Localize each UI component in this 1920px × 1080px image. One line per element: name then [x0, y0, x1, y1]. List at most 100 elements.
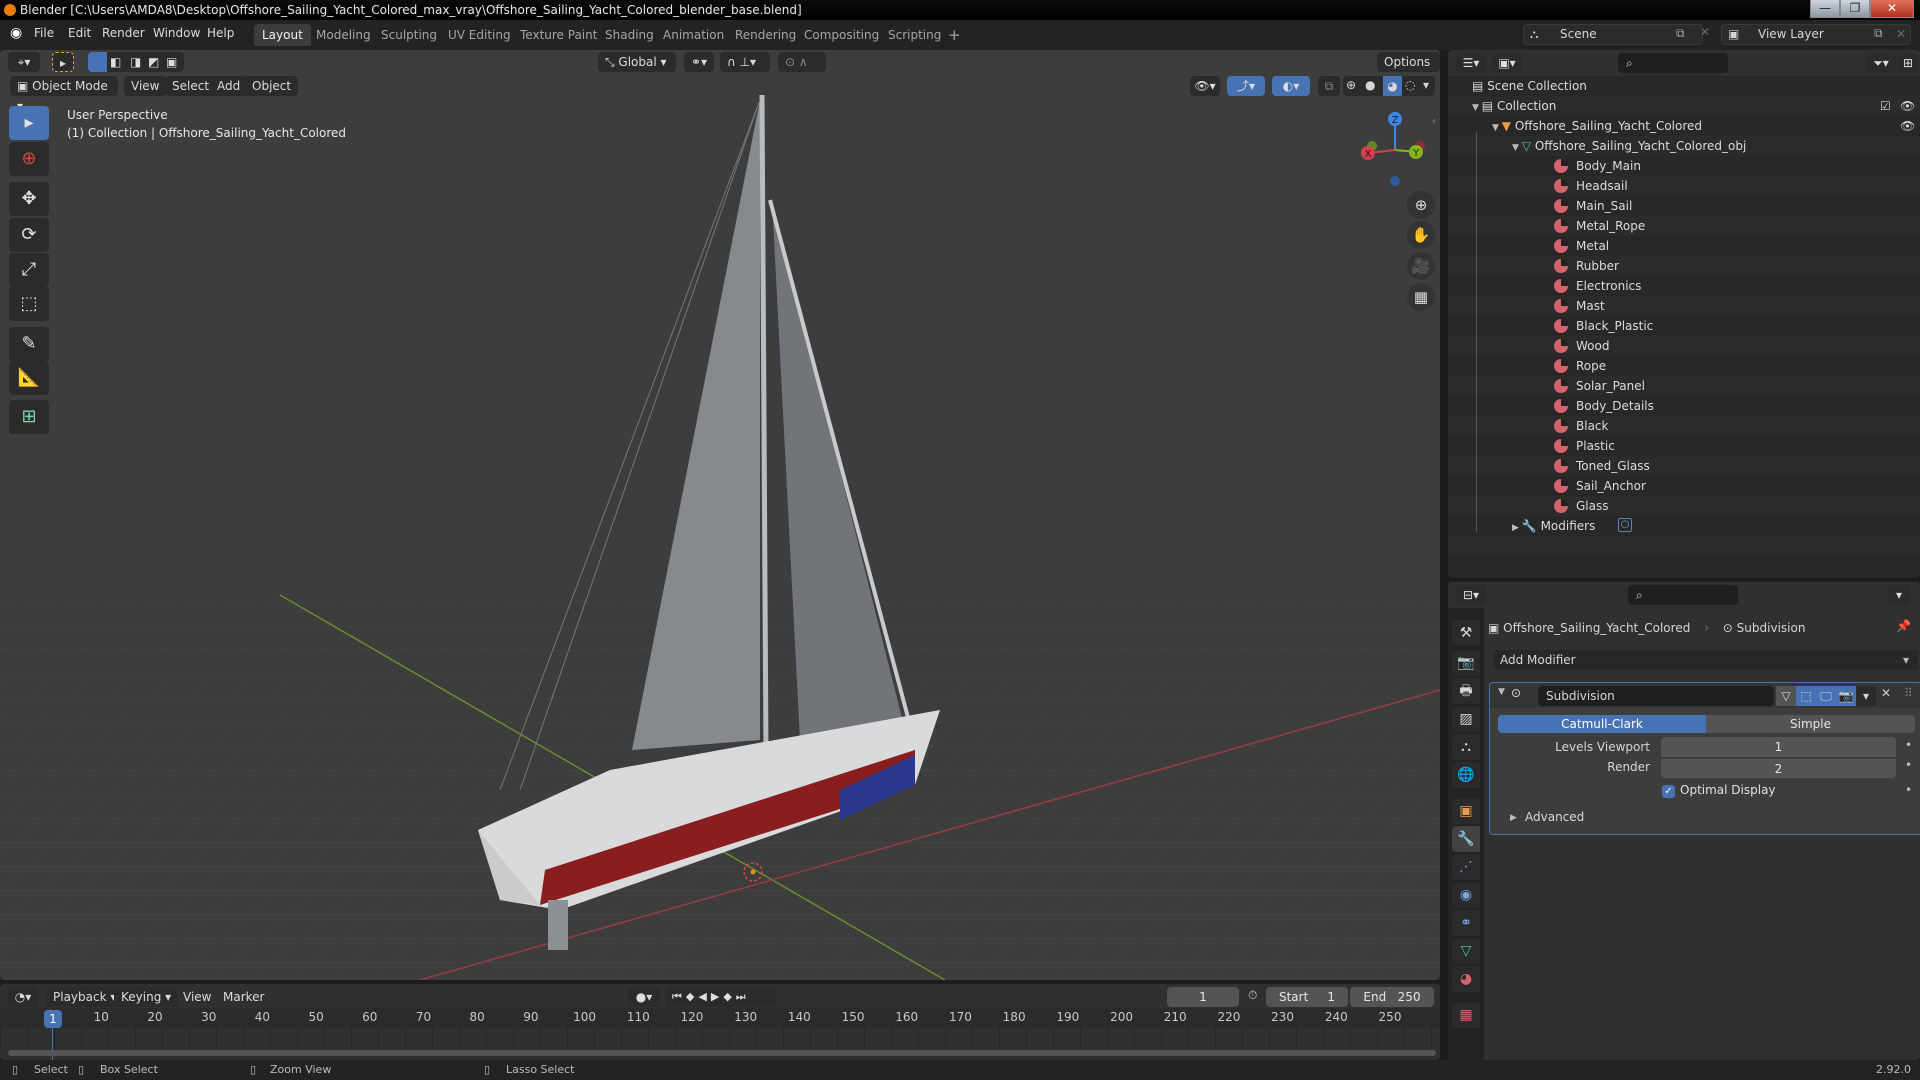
timeline-scrollbar[interactable]: [8, 1050, 1436, 1056]
tool-tab-icon[interactable]: ⚒: [1452, 620, 1480, 646]
marker-menu[interactable]: Marker: [216, 987, 271, 1007]
outliner-row-material[interactable]: Metal_Rope: [1448, 216, 1920, 236]
levels-viewport-field[interactable]: 1: [1661, 737, 1896, 757]
render-toggle-icon[interactable]: 📷: [1836, 686, 1856, 706]
select-tool-mode-icon[interactable]: ▸: [52, 52, 74, 72]
snapping-toggle[interactable]: ∩ ⊥▾: [720, 52, 770, 72]
object-tab-icon[interactable]: ▣: [1452, 798, 1480, 824]
keying-menu[interactable]: Keying ▾: [114, 987, 179, 1007]
3d-viewport[interactable]: ⌖▾ ▸ ◧ ◨ ◩ ▣ ⤡ Global ▾ ⚭▾ ∩ ⊥▾ ⊙ ∧ Opti…: [0, 50, 1440, 980]
expand-arrow-icon[interactable]: ▼: [1512, 143, 1522, 153]
blender-menu-icon[interactable]: ◉: [10, 25, 22, 41]
outliner-row-material[interactable]: Body_Details: [1448, 396, 1920, 416]
gizmo-neg-z[interactable]: [1390, 176, 1400, 186]
select-extend-icon[interactable]: ◧: [110, 55, 121, 69]
modifier-name-input[interactable]: Subdivision: [1538, 686, 1774, 706]
filter-icon[interactable]: ⏷▾: [1866, 53, 1896, 73]
jump-end-icon[interactable]: ⏭: [736, 990, 750, 1003]
perspective-toggle-icon[interactable]: ▦: [1407, 283, 1435, 311]
material-tab-icon[interactable]: ◕: [1452, 966, 1480, 992]
tab-modeling[interactable]: Modeling: [308, 24, 379, 46]
delete-view-layer-icon[interactable]: ✕: [1896, 27, 1906, 41]
simple-option[interactable]: Simple: [1706, 715, 1915, 733]
keyframe-dot-icon[interactable]: •: [1905, 783, 1912, 797]
optimal-display-checkbox[interactable]: ✓: [1662, 785, 1675, 798]
keyframe-area[interactable]: [0, 1028, 1440, 1048]
auto-keying-toggle[interactable]: ●▾: [628, 987, 660, 1007]
outliner-row-material[interactable]: Headsail: [1448, 176, 1920, 196]
menu-file[interactable]: File: [34, 26, 54, 40]
subdivision-modifier-icon[interactable]: ○: [1618, 518, 1632, 532]
overlays-toggle-icon[interactable]: ◐▾: [1272, 76, 1310, 96]
viewport-menu-view[interactable]: View: [124, 76, 167, 96]
rendered-shading-icon[interactable]: ◌: [1405, 78, 1415, 92]
object-visibility-eye-icon[interactable]: 👁: [1900, 116, 1915, 136]
select-subtract-icon[interactable]: ◨: [130, 55, 141, 69]
outliner-row-material[interactable]: Body_Main: [1448, 156, 1920, 176]
select-invert-icon[interactable]: ◩: [148, 55, 159, 69]
gizmo-toggle-icon[interactable]: ⤴▾: [1227, 76, 1265, 96]
outliner-search-input[interactable]: ⌕: [1618, 53, 1728, 73]
delete-modifier-icon[interactable]: ✕: [1881, 686, 1891, 700]
keyframe-dot-icon[interactable]: •: [1905, 738, 1912, 752]
outliner-row-material[interactable]: Toned_Glass: [1448, 456, 1920, 476]
drag-handle-icon[interactable]: ⠿: [1904, 686, 1913, 700]
solid-shading-icon[interactable]: ●: [1365, 78, 1375, 92]
options-dropdown[interactable]: Options ▾: [1377, 52, 1440, 89]
particles-tab-icon[interactable]: ⋰: [1452, 854, 1480, 880]
exclude-checkbox[interactable]: ☑: [1880, 96, 1891, 116]
mesh-data-tab-icon[interactable]: ▽: [1452, 938, 1480, 964]
catmull-clark-option[interactable]: Catmull-Clark: [1498, 715, 1706, 733]
tab-layout[interactable]: Layout: [254, 24, 311, 46]
properties-options-icon[interactable]: ▾: [1888, 585, 1910, 605]
menu-help[interactable]: Help: [207, 26, 234, 40]
tab-sculpting[interactable]: Sculpting: [373, 24, 445, 46]
view-layer-name[interactable]: View Layer: [1758, 27, 1824, 41]
wireframe-shading-icon[interactable]: ⊕: [1346, 78, 1356, 92]
timeline-view-menu[interactable]: View: [176, 987, 218, 1007]
jump-start-icon[interactable]: ⏮: [672, 990, 686, 1003]
playhead[interactable]: 1: [44, 1010, 62, 1028]
timeline-editor-type-icon[interactable]: ◔▾: [8, 987, 38, 1007]
expand-arrow-icon[interactable]: ▼: [1472, 103, 1482, 113]
outliner-row-material[interactable]: Main_Sail: [1448, 196, 1920, 216]
outliner-row-scene-collection[interactable]: ▤ Scene Collection: [1448, 76, 1920, 96]
scene-tab-icon[interactable]: ⛬: [1452, 734, 1480, 760]
add-workspace-button[interactable]: +: [940, 24, 969, 46]
outliner-row-material[interactable]: Wood: [1448, 336, 1920, 356]
tab-uv-editing[interactable]: UV Editing: [440, 24, 519, 46]
menu-window[interactable]: Window: [153, 26, 200, 40]
output-tab-icon[interactable]: 🖶: [1452, 678, 1480, 704]
close-window-button[interactable]: ✕: [1870, 0, 1914, 18]
display-mode-icon[interactable]: ▣▾: [1492, 53, 1522, 73]
scale-tool[interactable]: ⤢: [9, 253, 49, 287]
zoom-view-icon[interactable]: ⊕: [1407, 191, 1435, 219]
visibility-eye-icon[interactable]: 👁: [1900, 96, 1915, 116]
modifier-extras-dropdown[interactable]: ▾: [1856, 686, 1876, 706]
tab-compositing[interactable]: Compositing: [796, 24, 887, 46]
viewport-menu-add[interactable]: Add: [210, 76, 248, 96]
play-reverse-icon[interactable]: ◀: [698, 990, 710, 1003]
outliner-row-material[interactable]: Plastic: [1448, 436, 1920, 456]
end-frame-field[interactable]: End 250: [1350, 987, 1434, 1007]
world-tab-icon[interactable]: 🌐: [1452, 762, 1480, 788]
edit-mode-toggle-icon[interactable]: ▽: [1776, 686, 1796, 706]
playback-menu[interactable]: Playback ▾: [46, 987, 124, 1007]
sidebar-toggle-icon[interactable]: ‹: [1432, 116, 1440, 134]
stopwatch-icon[interactable]: ⏱: [1248, 988, 1257, 1003]
outliner-row-material[interactable]: Rubber: [1448, 256, 1920, 276]
new-scene-icon[interactable]: ⧉: [1676, 26, 1685, 41]
outliner-row-collection[interactable]: ▼ ▤ Collection ☑ 👁: [1448, 96, 1920, 116]
viewport-display-toggle-icon[interactable]: 🖵: [1816, 686, 1836, 706]
outliner-row-material[interactable]: Black: [1448, 416, 1920, 436]
view-layer-selector[interactable]: ▣ View Layer ⧉ ✕: [1721, 24, 1911, 45]
proportional-editing-toggle[interactable]: ⊙ ∧: [778, 52, 826, 72]
scene-name[interactable]: Scene: [1560, 27, 1597, 41]
prev-keyframe-icon[interactable]: ◆: [686, 990, 698, 1003]
add-cube-tool[interactable]: ⊞: [9, 400, 49, 434]
add-modifier-dropdown[interactable]: Add Modifier ▾: [1493, 650, 1918, 670]
outliner-row-modifiers[interactable]: ▶ 🔧 Modifiers ○: [1448, 516, 1920, 536]
outliner-row-material[interactable]: Rope: [1448, 356, 1920, 376]
transform-orientation-dropdown[interactable]: ⤡ Global ▾: [598, 52, 676, 72]
current-frame-field[interactable]: 1: [1167, 987, 1239, 1007]
